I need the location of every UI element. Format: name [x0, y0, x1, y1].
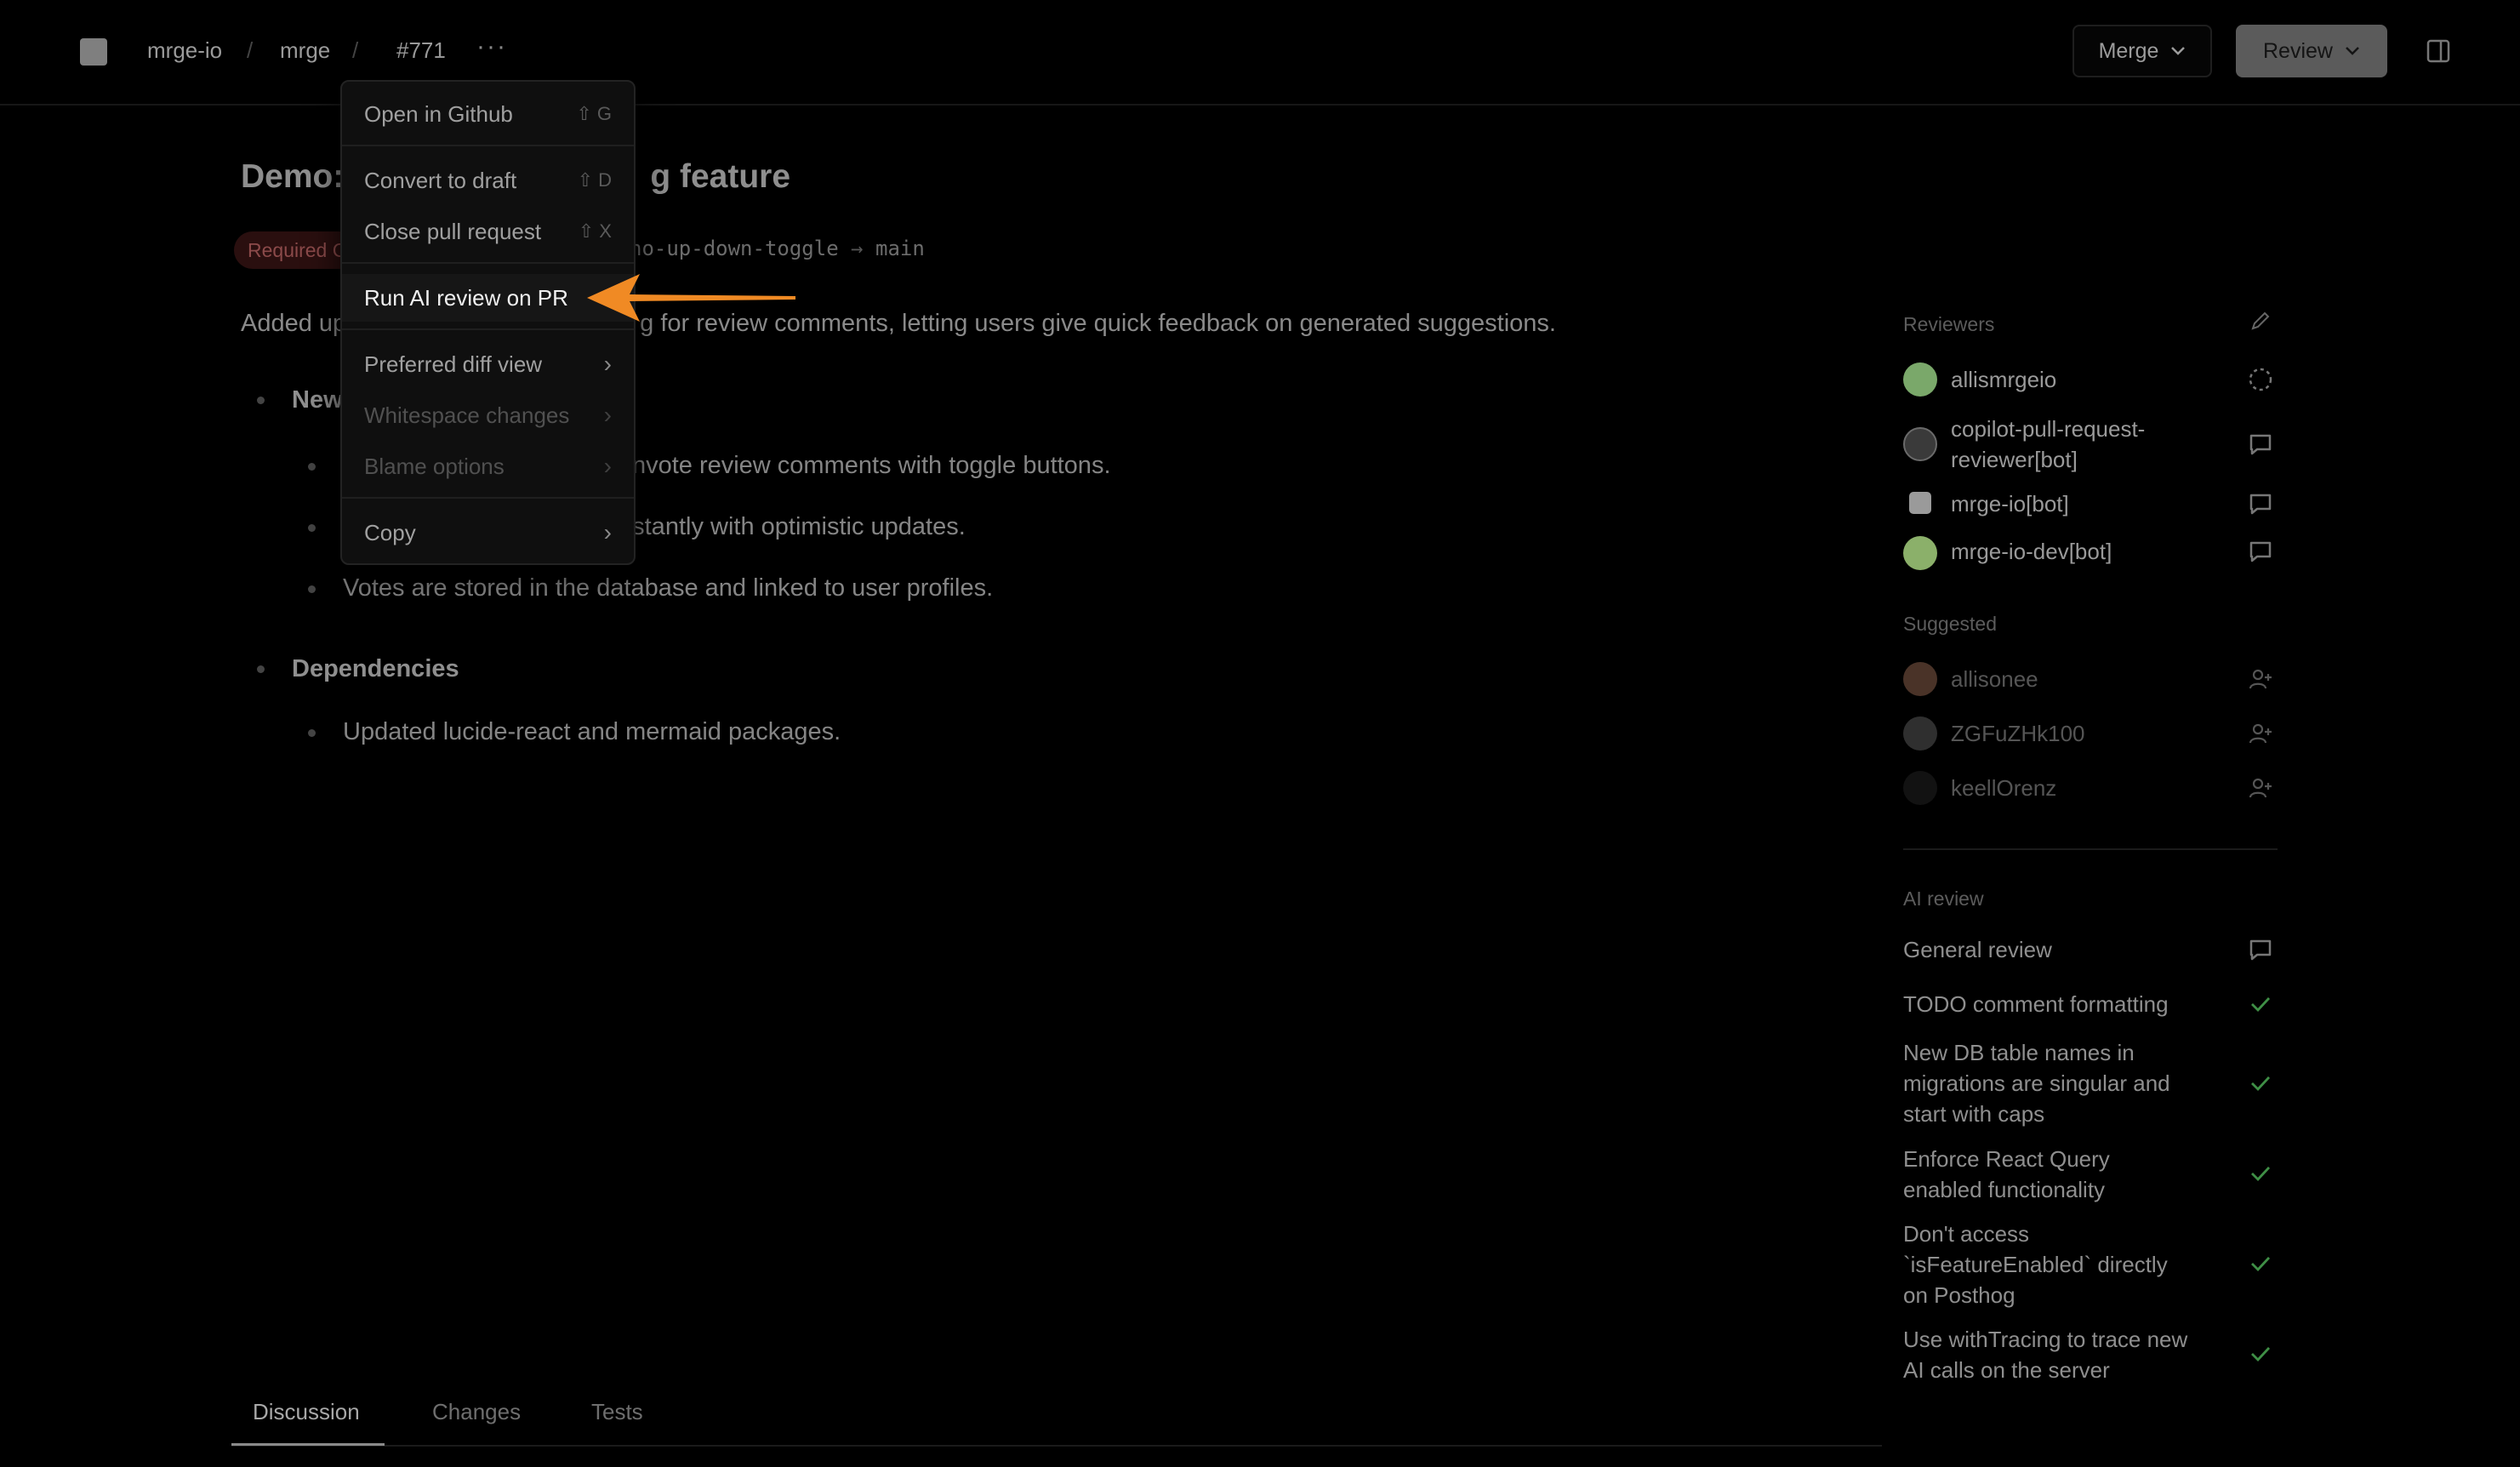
- menu-item-label: Whitespace changes: [364, 402, 570, 428]
- review-button[interactable]: Review: [2236, 25, 2387, 77]
- suggested-reviewer-name[interactable]: allisonee: [1951, 664, 2038, 694]
- suggested-reviewer-name[interactable]: keellOrenz: [1951, 773, 2056, 803]
- ai-review-heading: AI review: [1903, 888, 1984, 910]
- ai-review-item[interactable]: General review: [1903, 934, 2192, 965]
- section-heading: Dependencies: [292, 655, 459, 682]
- menu-item-label: Close pull request: [364, 219, 542, 244]
- check-icon: [2251, 997, 2271, 1013]
- edit-pencil-icon[interactable]: [2249, 310, 2272, 332]
- menu-item-open-github[interactable]: Open in Github ⇧ G: [342, 90, 634, 138]
- review-button-label: Review: [2263, 38, 2333, 63]
- list-item: wnvote review comments with toggle butto…: [614, 452, 1111, 479]
- chevron-down-icon: [2346, 47, 2359, 55]
- menu-separator: [342, 328, 634, 330]
- avatar: [1903, 662, 1937, 696]
- reviewers-heading: Reviewers: [1903, 313, 1995, 335]
- chevron-right-icon: ›: [603, 351, 612, 377]
- bullet: [257, 397, 265, 404]
- shortcut-hint: ⇧ D: [577, 169, 612, 191]
- ai-review-item[interactable]: Don't access `isFeatureEnabled` directly…: [1903, 1219, 2192, 1310]
- avatar: [1903, 536, 1937, 570]
- add-user-icon[interactable]: [2247, 665, 2274, 693]
- breadcrumb-pr-number[interactable]: #771: [396, 37, 446, 64]
- ai-review-item[interactable]: TODO comment formatting: [1903, 989, 2192, 1019]
- menu-item-close-pull-request[interactable]: Close pull request ⇧ X: [342, 208, 634, 255]
- ai-review-item[interactable]: New DB table names in migrations are sin…: [1903, 1037, 2192, 1129]
- check-icon: [2251, 1076, 2271, 1092]
- menu-item-label: Open in Github: [364, 101, 513, 127]
- breadcrumb-org[interactable]: mrge-io: [147, 37, 222, 64]
- menu-item-label: Run AI review on PR: [364, 285, 568, 311]
- annotation-arrow-icon: [587, 274, 795, 322]
- menu-separator: [342, 497, 634, 499]
- tab-changes[interactable]: Changes: [432, 1399, 521, 1425]
- section-heading: New: [292, 386, 343, 414]
- ai-review-item[interactable]: Enforce React Query enabled functionalit…: [1903, 1144, 2192, 1205]
- menu-separator: [342, 145, 634, 146]
- shortcut-hint: ⇧ G: [576, 103, 612, 124]
- chevron-right-icon: ›: [603, 402, 612, 428]
- bullet: [257, 665, 265, 673]
- merge-button[interactable]: Merge: [2072, 25, 2212, 77]
- source-branch: no-up-down-toggle: [630, 237, 839, 260]
- breadcrumb-separator: /: [352, 37, 359, 63]
- merge-button-label: Merge: [2098, 38, 2159, 63]
- shortcut-hint: ⇧ X: [578, 220, 612, 242]
- list-item: nstantly with optimistic updates.: [619, 513, 966, 540]
- target-branch: main: [875, 237, 925, 260]
- reviewer-name[interactable]: mrge-io[bot]: [1951, 488, 2069, 519]
- menu-item-label: Convert to draft: [364, 168, 517, 193]
- bullet: [308, 729, 316, 737]
- comment-icon: [2249, 434, 2272, 455]
- comment-icon: [2249, 939, 2272, 961]
- bullet: [308, 524, 316, 532]
- chevron-right-icon: ›: [603, 519, 612, 545]
- menu-separator: [342, 262, 634, 264]
- avatar: [1903, 427, 1937, 461]
- chevron-right-icon: ›: [603, 453, 612, 479]
- check-icon: [2251, 1257, 2271, 1272]
- avatar: [1903, 771, 1937, 805]
- active-tab-indicator: [231, 1443, 385, 1446]
- ai-review-item[interactable]: Use withTracing to trace new AI calls on…: [1903, 1324, 2192, 1385]
- suggested-reviewer-name[interactable]: ZGFuZHk100: [1951, 718, 2085, 749]
- menu-item-blame-options[interactable]: Blame options ›: [342, 442, 634, 490]
- breadcrumb-repo[interactable]: mrge: [280, 37, 330, 64]
- reviewer-name[interactable]: copilot-pull-request-reviewer[bot]: [1951, 414, 2232, 475]
- list-item: Votes are stored in the database and lin…: [343, 574, 994, 602]
- more-options-icon[interactable]: ···: [476, 32, 507, 61]
- avatar: [1909, 492, 1931, 514]
- bullet: [308, 463, 316, 471]
- avatar: [1903, 716, 1937, 751]
- menu-item-label: Preferred diff view: [364, 351, 543, 377]
- branch-info: no-up-down-toggle → main: [630, 237, 925, 260]
- menu-item-label: Blame options: [364, 454, 505, 479]
- tab-tests[interactable]: Tests: [591, 1399, 643, 1425]
- list-item: Updated lucide-react and mermaid package…: [343, 718, 841, 745]
- add-user-icon[interactable]: [2247, 774, 2274, 802]
- menu-item-preferred-diff-view[interactable]: Preferred diff view ›: [342, 340, 634, 388]
- menu-item-copy[interactable]: Copy ›: [342, 509, 634, 557]
- menu-item-convert-to-draft[interactable]: Convert to draft ⇧ D: [342, 157, 634, 204]
- pending-circle-icon: [2249, 368, 2272, 391]
- chevron-down-icon: [2171, 47, 2186, 55]
- comment-icon: [2249, 494, 2272, 515]
- check-icon: [2251, 1167, 2271, 1182]
- suggested-heading: Suggested: [1903, 613, 1997, 635]
- pr-tabs: Discussion Changes Tests: [231, 1387, 1882, 1447]
- menu-item-label: Copy: [364, 520, 416, 545]
- bullet: [308, 585, 316, 593]
- breadcrumb-separator: /: [247, 37, 254, 63]
- app-logo-icon[interactable]: [80, 38, 107, 66]
- comment-icon: [2249, 541, 2272, 562]
- reviewer-name[interactable]: allismrgeio: [1951, 364, 2056, 395]
- menu-item-whitespace-changes[interactable]: Whitespace changes ›: [342, 391, 634, 439]
- avatar: [1903, 362, 1937, 397]
- add-user-icon[interactable]: [2247, 720, 2274, 747]
- check-icon: [2251, 1347, 2271, 1362]
- tab-discussion[interactable]: Discussion: [253, 1399, 360, 1425]
- sidebar-toggle-icon[interactable]: [2426, 39, 2450, 63]
- reviewer-name[interactable]: mrge-io-dev[bot]: [1951, 536, 2112, 567]
- sidebar-divider: [1903, 848, 2278, 850]
